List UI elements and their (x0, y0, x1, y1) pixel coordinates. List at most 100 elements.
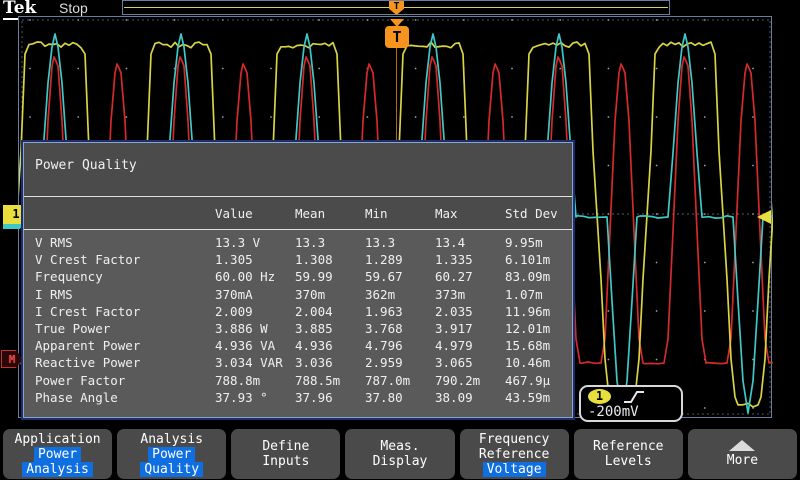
cell-value: 37.93 ° (215, 389, 295, 406)
cell-label: I RMS (35, 286, 215, 303)
table-column-headers: ValueMeanMinMaxStd Dev (24, 197, 572, 230)
column-header: Mean (295, 197, 365, 230)
rising-edge-icon (623, 389, 645, 405)
cell-min: 2.959 (365, 354, 435, 371)
menu-selected-value: PowerQuality (140, 447, 203, 477)
cell-min: 1.963 (365, 303, 435, 320)
menu-label: Reference (479, 447, 549, 462)
cell-label: Power Factor (35, 372, 215, 389)
menu-button-application[interactable]: ApplicationPowerAnalysis (3, 429, 112, 479)
menu-button-frequency-reference[interactable]: FrequencyReferenceVoltage (460, 429, 569, 479)
trigger-position-icon[interactable]: T (389, 1, 404, 15)
menu-button-more[interactable]: More (688, 429, 797, 479)
table-row: I Crest Factor2.0092.0041.9632.03511.96m (35, 303, 572, 320)
table-row: Phase Angle37.93 °37.9637.8038.0943.59m (35, 389, 572, 406)
cell-min: 1.289 (365, 251, 435, 268)
menu-label: Levels (605, 454, 652, 469)
table-row: V Crest Factor1.3051.3081.2891.3356.101m (35, 251, 572, 268)
cell-max: 4.979 (435, 337, 505, 354)
cell-std: 11.96m (505, 303, 572, 320)
cell-std: 15.68m (505, 337, 572, 354)
table-body: V RMS13.3 V13.313.313.49.95mV Crest Fact… (24, 230, 572, 406)
cell-mean: 1.308 (295, 251, 365, 268)
cell-min: 787.0m (365, 372, 435, 389)
cell-label: Phase Angle (35, 389, 215, 406)
cell-value: 788.8m (215, 372, 295, 389)
cell-std: 6.101m (505, 251, 572, 268)
cell-value: 1.305 (215, 251, 295, 268)
cell-mean: 370m (295, 286, 365, 303)
cell-value: 2.009 (215, 303, 295, 320)
trigger-source-badge: 1 (588, 389, 611, 404)
menu-label: Define (262, 439, 309, 454)
column-header: Min (365, 197, 435, 230)
oscilloscope-screen: Tek Stop T T 1 M Power Quality ValueMean… (0, 0, 800, 480)
cell-mean: 2.004 (295, 303, 365, 320)
cell-std: 83.09m (505, 268, 572, 285)
menu-label: Inputs (262, 454, 309, 469)
status-bar: Tek Stop T (0, 0, 800, 16)
cell-mean: 37.96 (295, 389, 365, 406)
cell-std: 12.01m (505, 320, 572, 337)
cell-max: 2.035 (435, 303, 505, 320)
cell-std: 10.46m (505, 354, 572, 371)
table-row: Frequency60.00 Hz59.9959.6760.2783.09m (35, 268, 572, 285)
table-title: Power Quality (24, 143, 572, 197)
cell-max: 3.065 (435, 354, 505, 371)
menu-label: Analysis (140, 432, 203, 447)
cell-value: 13.3 V (215, 234, 295, 251)
table-row: V RMS13.3 V13.313.313.49.95m (35, 234, 572, 251)
cell-value: 3.034 VAR (215, 354, 295, 371)
cell-label: True Power (35, 320, 215, 337)
trigger-readout-badge: 1 -200mV (579, 385, 683, 422)
cell-min: 13.3 (365, 234, 435, 251)
menu-button-define-inputs[interactable]: DefineInputs (231, 429, 340, 479)
menu-label: Application (15, 432, 101, 447)
menu-button-meas-display[interactable]: Meas.Display (345, 429, 454, 479)
cell-mean: 59.99 (295, 268, 365, 285)
cell-mean: 13.3 (295, 234, 365, 251)
cell-label: V Crest Factor (35, 251, 215, 268)
menu-label: Frequency (479, 432, 549, 447)
softkey-menu-bar: ApplicationPowerAnalysisAnalysisPowerQua… (0, 428, 800, 480)
cell-min: 3.768 (365, 320, 435, 337)
trigger-point-flag-icon[interactable]: T (385, 26, 409, 48)
cell-mean: 4.936 (295, 337, 365, 354)
table-row: True Power3.886 W3.8853.7683.91712.01m (35, 320, 572, 337)
trigger-position-line (396, 48, 397, 144)
cell-min: 59.67 (365, 268, 435, 285)
trigger-level-arrow-icon[interactable] (757, 210, 771, 224)
cell-std: 1.07m (505, 286, 572, 303)
cell-mean: 788.5m (295, 372, 365, 389)
cell-std: 43.59m (505, 389, 572, 406)
cell-max: 373m (435, 286, 505, 303)
cell-max: 790.2m (435, 372, 505, 389)
cell-label: Reactive Power (35, 354, 215, 371)
cell-std: 467.9µ (505, 372, 572, 389)
cell-max: 60.27 (435, 268, 505, 285)
cell-value: 4.936 VA (215, 337, 295, 354)
cell-max: 1.335 (435, 251, 505, 268)
menu-button-reference-levels[interactable]: ReferenceLevels (574, 429, 683, 479)
cell-mean: 3.885 (295, 320, 365, 337)
cell-value: 3.886 W (215, 320, 295, 337)
menu-selected-value: PowerAnalysis (22, 447, 93, 477)
menu-button-analysis[interactable]: AnalysisPowerQuality (117, 429, 226, 479)
table-row: Power Factor788.8m788.5m787.0m790.2m467.… (35, 372, 572, 389)
table-row: Apparent Power4.936 VA4.9364.7964.97915.… (35, 337, 572, 354)
cell-mean: 3.036 (295, 354, 365, 371)
cell-label: Apparent Power (35, 337, 215, 354)
table-row: Reactive Power3.034 VAR3.0362.9593.06510… (35, 354, 572, 371)
cell-max: 38.09 (435, 389, 505, 406)
cell-std: 9.95m (505, 234, 572, 251)
cell-max: 3.917 (435, 320, 505, 337)
trigger-level-readout: -200mV (588, 404, 639, 420)
acquisition-overview-bar: T (122, 0, 670, 15)
column-header: Std Dev (505, 197, 572, 230)
cell-min: 362m (365, 286, 435, 303)
column-header: Value (215, 197, 295, 230)
cell-label: I Crest Factor (35, 303, 215, 320)
cell-label: V RMS (35, 234, 215, 251)
cell-max: 13.4 (435, 234, 505, 251)
table-row: I RMS370mA370m362m373m1.07m (35, 286, 572, 303)
